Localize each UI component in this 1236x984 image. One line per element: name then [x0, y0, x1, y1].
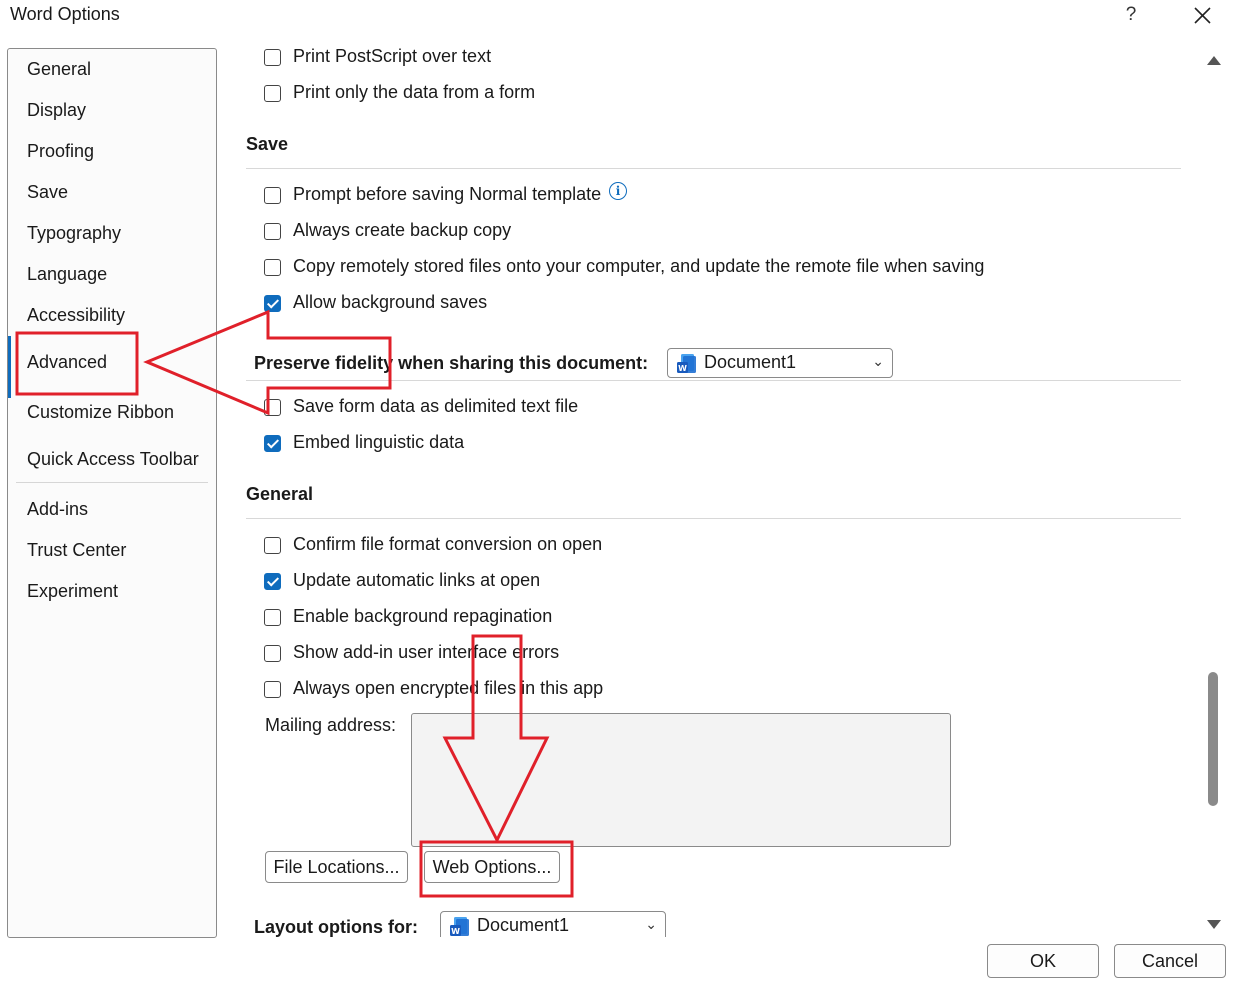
checkbox[interactable]: [264, 573, 281, 590]
nav-item-accessibility[interactable]: Accessibility: [27, 305, 125, 326]
checkbox[interactable]: [264, 223, 281, 240]
chevron-down-icon: ⌄: [645, 916, 657, 932]
checkbox[interactable]: [264, 259, 281, 276]
nav-item-typography[interactable]: Typography: [27, 223, 121, 244]
mailing-address-input[interactable]: [411, 713, 951, 847]
file-locations-button[interactable]: File Locations...: [265, 851, 408, 883]
option-label: Print PostScript over text: [293, 46, 492, 66]
nav-item-proofing[interactable]: Proofing: [27, 141, 94, 162]
scroll-down-arrow-icon[interactable]: [1207, 920, 1221, 929]
option-label: Copy remotely stored files onto your com…: [293, 256, 985, 276]
section-divider: [246, 380, 1181, 381]
option-label: Save form data as delimited text file: [293, 396, 579, 416]
checkbox[interactable]: [264, 187, 281, 204]
checkbox[interactable]: [264, 645, 281, 662]
checkbox[interactable]: [264, 681, 281, 698]
close-icon: [1194, 7, 1211, 24]
content-scrollbar[interactable]: [1202, 48, 1226, 936]
svg-text:W: W: [451, 927, 460, 936]
section-divider: [246, 168, 1181, 169]
dropdown-value: Document1: [477, 915, 570, 935]
layout-document-dropdown[interactable]: W Document1 ⌄: [440, 911, 666, 937]
nav-item-add-ins[interactable]: Add-ins: [27, 499, 88, 520]
cancel-button[interactable]: Cancel: [1114, 944, 1226, 978]
scrollbar-thumb[interactable]: [1208, 672, 1218, 806]
nav-item-experiment[interactable]: Experiment: [27, 581, 118, 602]
nav-item-general[interactable]: General: [27, 59, 91, 80]
nav-item-trust-center[interactable]: Trust Center: [27, 540, 126, 561]
web-options-button[interactable]: Web Options...: [424, 851, 560, 883]
ok-button[interactable]: OK: [987, 944, 1099, 978]
checkbox[interactable]: [264, 295, 281, 312]
window-title: Word Options: [10, 4, 120, 24]
word-document-icon: W: [677, 354, 696, 373]
nav-item-customize-ribbon[interactable]: Customize Ribbon: [27, 402, 174, 423]
option-label: Prompt before saving Normal template: [293, 184, 602, 204]
option-label: Confirm file format conversion on open: [293, 534, 603, 554]
nav-item-display[interactable]: Display: [27, 100, 86, 121]
layout-options-label: Layout options for:: [254, 917, 418, 937]
checkbox[interactable]: [264, 85, 281, 102]
scroll-up-arrow-icon[interactable]: [1207, 56, 1221, 65]
option-label: Enable background repagination: [293, 606, 553, 626]
chevron-down-icon: ⌄: [872, 353, 884, 369]
info-icon[interactable]: i: [609, 182, 627, 200]
checkbox[interactable]: [264, 399, 281, 416]
section-divider: [246, 518, 1181, 519]
nav-item-save[interactable]: Save: [27, 182, 68, 203]
general-section-heading: General: [246, 484, 314, 504]
fidelity-document-dropdown[interactable]: W Document1 ⌄: [667, 348, 893, 378]
advanced-options-content: Print PostScript over text Print only th…: [226, 34, 1201, 937]
option-label: Update automatic links at open: [293, 570, 541, 590]
svg-text:W: W: [678, 364, 687, 373]
option-label: Always open encrypted files in this app: [293, 678, 604, 698]
nav-item-quick-access-toolbar[interactable]: Quick Access Toolbar: [27, 449, 199, 470]
close-button[interactable]: [1186, 2, 1218, 30]
save-section-heading: Save: [246, 134, 289, 154]
nav-item-advanced[interactable]: Advanced: [27, 352, 107, 373]
option-label: Allow background saves: [293, 292, 488, 312]
nav-item-language[interactable]: Language: [27, 264, 107, 285]
checkbox[interactable]: [264, 435, 281, 452]
option-label: Always create backup copy: [293, 220, 512, 240]
option-label: Embed linguistic data: [293, 432, 465, 452]
nav-divider: [16, 482, 208, 483]
checkbox[interactable]: [264, 49, 281, 66]
title-bar: Word Options ?: [0, 0, 1236, 34]
option-label: Show add-in user interface errors: [293, 642, 560, 662]
option-label: Print only the data from a form: [293, 82, 536, 102]
dropdown-value: Document1: [704, 352, 797, 372]
mailing-address-label: Mailing address:: [265, 715, 397, 735]
help-button[interactable]: ?: [1118, 2, 1144, 28]
word-document-icon: W: [450, 917, 469, 936]
nav-selection-indicator: [8, 336, 11, 398]
fidelity-section-label: Preserve fidelity when sharing this docu…: [254, 353, 649, 373]
checkbox[interactable]: [264, 537, 281, 554]
options-nav: General Display Proofing Save Typography…: [7, 48, 217, 938]
checkbox[interactable]: [264, 609, 281, 626]
